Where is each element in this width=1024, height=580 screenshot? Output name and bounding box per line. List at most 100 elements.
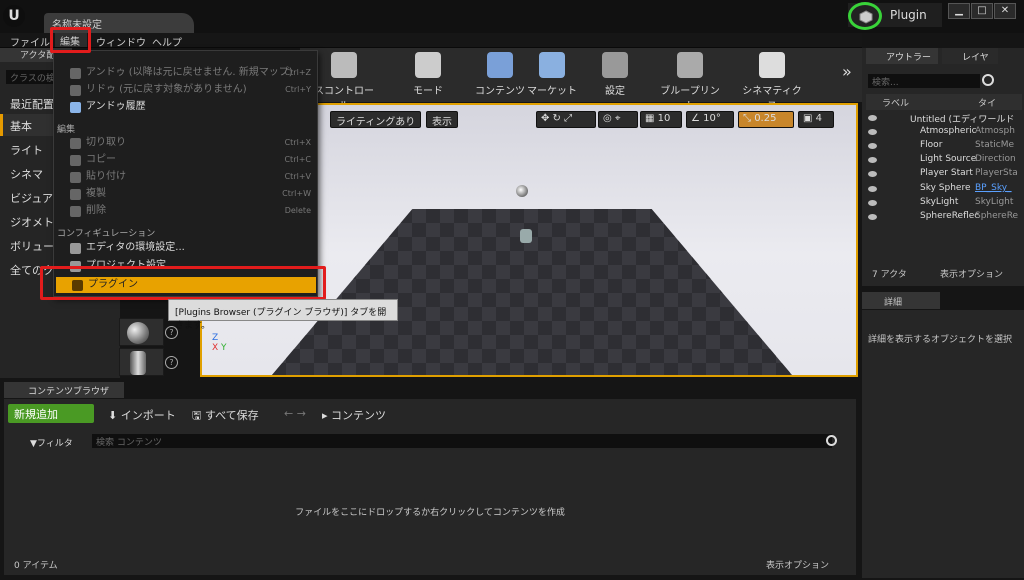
eye-icon [868,129,877,135]
show-button[interactable]: 表示 [426,111,458,128]
outliner-row[interactable]: Light Source Direction [866,154,1018,168]
content-grid-icon [487,52,513,78]
sphere-tile[interactable]: ? [119,318,178,346]
menu-paste[interactable]: 貼り付け Ctrl+V [54,169,317,185]
outliner-row[interactable]: Floor StaticMe [866,140,1018,154]
outliner-row[interactable]: SphereReflec SphereRe [866,211,1018,225]
content-browser-panel [4,399,856,575]
history-icon [70,102,81,113]
duplicate-icon [70,189,81,200]
menu-bar: ファイル 編集 ウィンドウ ヘルプ [0,33,862,49]
gear-icon [70,243,81,254]
details-tab[interactable]: 詳細 [862,292,940,309]
import-button[interactable]: ⬇ インポート [108,407,176,423]
outliner-header: ラベル タイ [866,94,1022,110]
toolbar-marketplace[interactable]: マーケット [522,52,582,97]
scale-snap-button[interactable]: ⤡ 0.25 [738,111,794,128]
eye-icon [868,186,877,192]
axis-indicator: ZX Y [212,333,227,353]
details-panel: 詳細を表示するオブジェクトを選択 [862,310,1024,578]
outliner-row[interactable]: Sky Sphere BP_Sky_ [866,183,1018,197]
cb-view-options[interactable]: 表示オプション [766,558,829,571]
camera-speed-button[interactable]: ▣ 4 [798,111,834,128]
content-path[interactable]: ▸ コンテンツ [322,407,386,423]
undo-icon [70,68,81,79]
search-icon[interactable] [826,435,837,446]
empty-hint: ファイルをここにドロップするか右クリックしてコンテンツを作成 [295,508,565,518]
help-icon[interactable]: ? [165,356,178,369]
menu-redo[interactable]: リドゥ (元に戻す対象がありません) Ctrl+Y [54,82,317,98]
maximize-button[interactable]: □ [971,3,993,19]
plugin-ring-icon [848,2,882,30]
eye-icon [868,115,877,121]
history-nav-arrows[interactable]: ← → [284,407,306,420]
menu-file[interactable]: ファイル [10,34,50,49]
toolbar-more-button[interactable]: » [842,62,852,81]
sphere-icon [127,322,149,344]
menu-copy[interactable]: コピー Ctrl+C [54,152,317,168]
marketplace-icon [539,52,565,78]
delete-icon [70,206,81,217]
eye-icon [868,143,877,149]
eye-icon [868,171,877,177]
cylinder-tile[interactable]: ? [119,348,178,376]
actor-count: 7 アクタ [872,270,907,280]
edit-menu-dropdown: アンドゥ (以降は元に戻せません. 新規マップ) Ctrl+Z リドゥ (元に戻す… [53,50,318,297]
redo-icon [70,85,81,96]
outliner-row[interactable]: SkyLight SkyLight [866,197,1018,211]
menu-cut[interactable]: 切り取り Ctrl+X [54,135,317,151]
menu-undo[interactable]: アンドゥ (以降は元に戻せません. 新規マップ) Ctrl+Z [54,65,317,81]
outliner-root[interactable]: Untitled (エディワールド [866,112,1018,126]
toolbar-content[interactable]: コンテンツ [470,52,530,97]
plugins-tooltip: [Plugins Browser (プラグイン ブラウザ)] タブを開きます。 [168,299,398,331]
save-all-button[interactable]: 🖫 すべて保存 [192,407,259,426]
item-count: 0 アイテム [14,561,58,571]
content-search-input[interactable]: 検索 コンテンツ [92,434,832,448]
eye-icon [868,157,877,163]
section-edit: 編集 [57,125,76,135]
source-control-icon [331,52,357,78]
outliner-search-input[interactable]: 検索... [868,74,980,88]
outliner-row[interactable]: Atmospheric Atmosph [866,126,1018,140]
gamepad-icon [677,52,703,78]
player-start-icon[interactable] [520,229,532,243]
menu-undo-history[interactable]: アンドゥ履歴 [54,99,317,115]
add-new-button[interactable]: 新規追加 [8,404,94,423]
cut-icon [70,138,81,149]
cylinder-icon [130,351,146,375]
outliner-row[interactable]: Player Start PlayerSta [866,168,1018,182]
menu-window[interactable]: ウィンドウ [96,34,146,49]
rotation-snap-button[interactable]: ∠ 10° [686,111,734,128]
minimize-button[interactable]: ▁ [948,3,970,19]
highlight-plugins-item [40,266,326,300]
floor-mesh [272,209,792,375]
light-source-icon[interactable] [516,185,528,197]
search-icon[interactable] [982,74,994,86]
menu-help[interactable]: ヘルプ [152,34,182,49]
eye-icon [868,200,877,206]
toolbar-modes[interactable]: モード [398,52,458,97]
unreal-logo-icon: U [3,5,25,27]
copy-icon [70,155,81,166]
coord-space-button[interactable]: ◎ ⌖ [598,111,638,128]
menu-editor-preferences[interactable]: エディタの環境設定... [54,240,317,256]
clapper-icon [759,52,785,78]
toolbar-settings[interactable]: 設定 [585,52,645,97]
outliner-tab[interactable]: アウトラー [866,48,938,64]
grid-snap-button[interactable]: ▦ 10 [640,111,682,128]
content-browser-tab[interactable]: コンテンツブラウザ [4,382,124,398]
highlight-edit-menu [50,27,91,53]
outliner-view-options[interactable]: 表示オプション [940,267,1003,280]
menu-duplicate[interactable]: 複製 Ctrl+W [54,186,317,202]
layers-tab[interactable]: レイヤ [942,48,998,64]
transform-tools[interactable]: ✥ ↻ ⤢ [536,111,596,128]
eye-icon [868,214,877,220]
paste-icon [70,172,81,183]
lighting-mode-button[interactable]: ライティングあり [330,111,422,128]
menu-delete[interactable]: 削除 Delete [54,203,317,219]
tools-icon [415,52,441,78]
gear-icon [602,52,628,78]
section-config: コンフィギュレーション [57,229,156,239]
filters-button[interactable]: ▼フィルタ [30,436,73,449]
close-button[interactable]: ✕ [994,3,1016,19]
